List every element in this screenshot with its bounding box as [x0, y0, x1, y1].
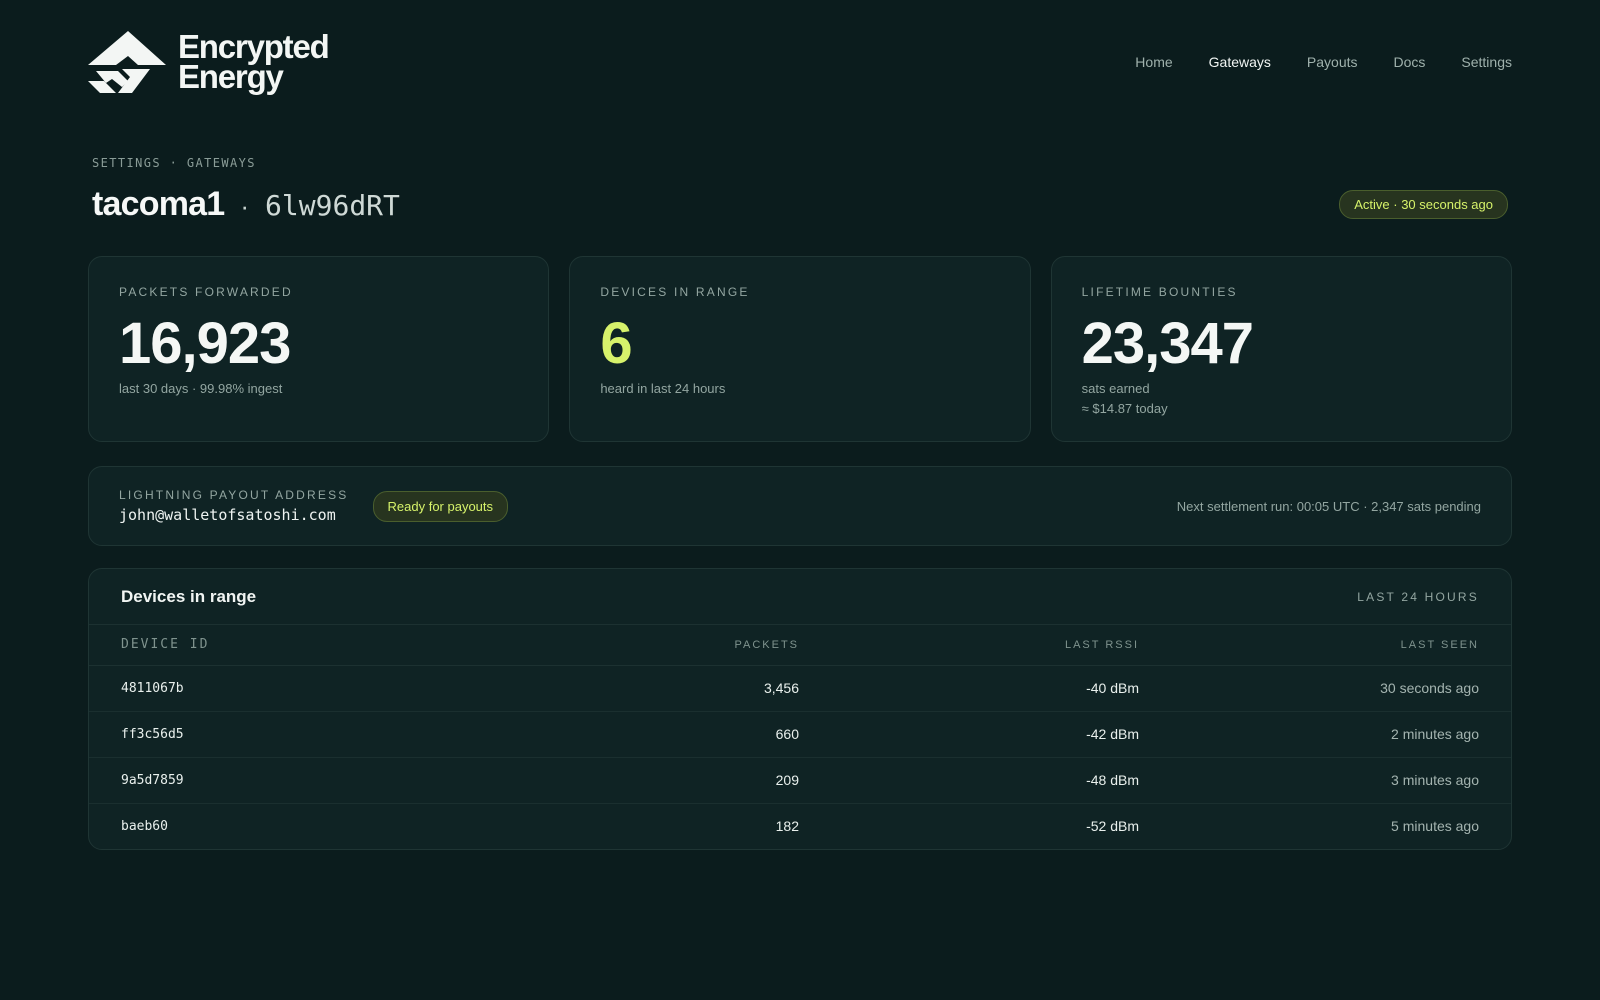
gateway-name: tacoma1 [92, 184, 225, 223]
next-settlement-text: Next settlement run: 00:05 UTC · 2,347 s… [1176, 498, 1481, 514]
payout-panel: LIGHTNING PAYOUT ADDRESS john@walletofsa… [88, 466, 1512, 546]
col-device-id[interactable]: DEVICE ID [89, 625, 509, 666]
card-label: LIFETIME BOUNTIES [1081, 285, 1238, 299]
last-seen-cell: 5 minutes ago [1391, 818, 1479, 835]
rssi-cell: -40 dBm [799, 665, 1139, 712]
devices-range-label[interactable]: LAST 24 HOURS [1357, 590, 1479, 604]
page: Encrypted Energy Home Gateways Payouts D… [0, 0, 1600, 1000]
table-row[interactable]: ff3c56d5 660 -42 dBm 2 minutes ago [89, 711, 1511, 758]
title-separator: · [240, 190, 250, 221]
devices-table: DEVICE ID PACKETS LAST RSSI LAST SEEN 48… [89, 625, 1511, 849]
card-subtext-line-2: ≈ $14.87 today [1081, 401, 1168, 416]
nav-docs[interactable]: Docs [1394, 54, 1426, 70]
rssi-cell: -48 dBm [799, 757, 1139, 804]
packets-cell: 3,456 [509, 665, 799, 712]
rssi-cell: -52 dBm [1086, 818, 1139, 835]
last-seen-cell: 30 seconds ago [1139, 665, 1511, 712]
ready-badge: Ready for payouts [372, 490, 509, 522]
brand-logo[interactable]: Encrypted Energy [88, 30, 330, 95]
stat-cards: PACKETS FORWARDED 16,923 last 30 days · … [88, 256, 1512, 442]
devices-title: Devices in range [121, 586, 257, 606]
last-seen-cell: 2 minutes ago [1139, 711, 1511, 758]
col-packets[interactable]: PACKETS [509, 625, 799, 666]
gateway-id: 6lw96dRT [265, 188, 400, 222]
packets-cell: 209 [509, 757, 799, 804]
payout-address-block: LIGHTNING PAYOUT ADDRESS john@walletofsa… [119, 488, 349, 524]
breadcrumb[interactable]: SETTINGS · GATEWAYS [92, 156, 1512, 170]
table-row[interactable]: 4811067b 3,456 -40 dBm 30 seconds ago [89, 665, 1511, 712]
device-id-cell: ff3c56d5 [89, 711, 509, 758]
brand-line-2: Energy [178, 58, 284, 95]
card-label: DEVICES IN RANGE [600, 285, 750, 299]
lifetime-bounties-card: LIFETIME BOUNTIES 23,347 sats earned ≈ $… [1050, 256, 1512, 442]
status-badge: Active · 30 seconds ago [1339, 189, 1508, 219]
device-id-cell: 9a5d7859 [89, 757, 509, 804]
payout-info: LIGHTNING PAYOUT ADDRESS john@walletofsa… [119, 488, 509, 524]
table-header-row: DEVICE ID PACKETS LAST RSSI LAST SEEN [89, 625, 1511, 666]
last-seen-cell: 3 minutes ago [1139, 757, 1511, 804]
card-subtext: heard in last 24 hours [600, 381, 726, 396]
packets-cell: 182 [775, 818, 799, 835]
packets-cell: 660 [509, 711, 799, 758]
payout-address[interactable]: john@walletofsatoshi.com [119, 506, 349, 524]
col-last-rssi[interactable]: LAST RSSI [799, 625, 1139, 666]
page-title: tacoma1 · 6lw96dRT [92, 185, 400, 224]
nav-gateways[interactable]: Gateways [1209, 54, 1271, 70]
devices-table-panel: Devices in range LAST 24 HOURS DEVICE ID… [88, 568, 1512, 850]
card-label: PACKETS FORWARDED [119, 285, 293, 299]
card-value: 23,347 [1081, 311, 1254, 376]
rssi-cell: -42 dBm [799, 711, 1139, 758]
card-value: 16,923 [119, 311, 291, 376]
brand-wordmark: Encrypted Energy [178, 30, 330, 95]
nav-payouts[interactable]: Payouts [1307, 54, 1358, 70]
table-row[interactable]: baeb60 182 -52 dBm 5 minutes ago [89, 803, 1511, 849]
card-value: 6 [600, 311, 632, 376]
nav-settings[interactable]: Settings [1461, 54, 1512, 70]
col-last-seen[interactable]: LAST SEEN [1139, 625, 1511, 666]
title-row: tacoma1 · 6lw96dRT Active · 30 seconds a… [88, 184, 1512, 224]
device-id-cell: baeb60 [121, 818, 168, 834]
table-row[interactable]: 9a5d7859 209 -48 dBm 3 minutes ago [89, 757, 1511, 804]
encrypted-energy-logo-icon [88, 31, 166, 93]
card-subtext: last 30 days · 99.98% ingest [119, 381, 283, 396]
card-subtext-line-1: sats earned [1081, 381, 1150, 396]
devices-header: Devices in range LAST 24 HOURS [89, 569, 1511, 625]
packets-forwarded-card: PACKETS FORWARDED 16,923 last 30 days · … [88, 256, 550, 442]
device-id-cell: 4811067b [89, 665, 509, 712]
top-header: Encrypted Energy Home Gateways Payouts D… [88, 0, 1512, 150]
payout-label: LIGHTNING PAYOUT ADDRESS [119, 488, 349, 502]
main-nav: Home Gateways Payouts Docs Settings [1135, 54, 1512, 70]
devices-in-range-card: DEVICES IN RANGE 6 heard in last 24 hour… [569, 256, 1031, 442]
nav-home[interactable]: Home [1135, 54, 1172, 70]
card-subtext: sats earned ≈ $14.87 today [1082, 379, 1481, 419]
